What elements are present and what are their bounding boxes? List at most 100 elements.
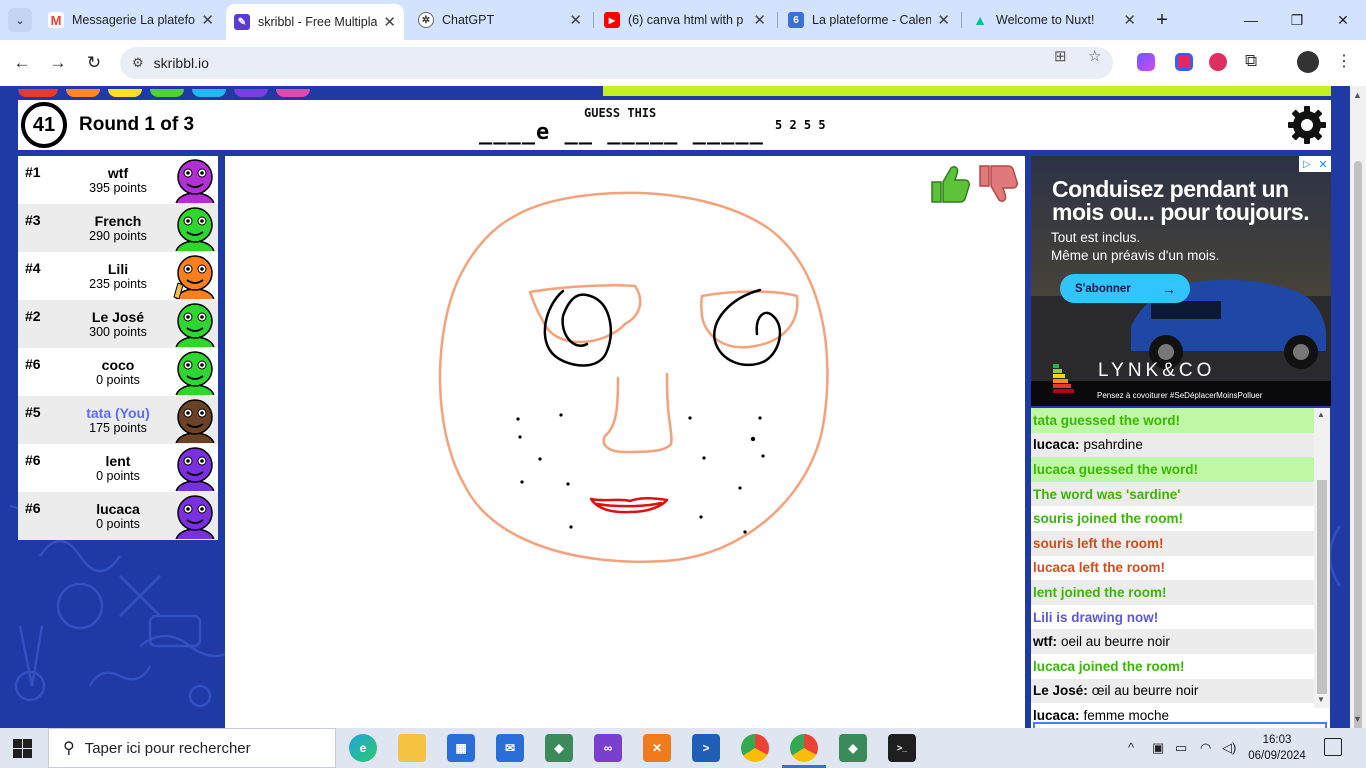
- player-row[interactable]: #4 Lili 235 points: [18, 252, 218, 300]
- player-row[interactable]: #6 lucaca 0 points: [18, 492, 218, 540]
- player-name: wtf: [107, 165, 129, 181]
- chatgpt-icon: ✲: [418, 12, 434, 28]
- player-rank: #3: [25, 212, 41, 228]
- tab-youtube[interactable]: ▶ (6) canva html with p ✕: [596, 6, 774, 34]
- settings-gear-icon[interactable]: [1286, 104, 1328, 146]
- address-bar[interactable]: ⚙ skribbl.io: [120, 47, 1113, 79]
- scroll-thumb[interactable]: [1317, 480, 1327, 694]
- chrome-icon[interactable]: [741, 734, 769, 762]
- close-tab-icon[interactable]: ✕: [753, 11, 766, 29]
- advertisement[interactable]: Conduisez pendant un mois ou... pour tou…: [1031, 156, 1331, 406]
- edge-icon[interactable]: e: [349, 734, 377, 762]
- system-clock[interactable]: 16:03 06/09/2024: [1246, 732, 1308, 764]
- scroll-up-icon[interactable]: ▲: [1353, 90, 1362, 100]
- player-row[interactable]: #6 coco 0 points: [18, 348, 218, 396]
- store-icon[interactable]: ▦: [447, 734, 475, 762]
- tab-title: (6) canva html with p: [628, 13, 744, 27]
- profile-avatar[interactable]: [1297, 51, 1319, 73]
- chat-text: femme moche: [1083, 707, 1170, 723]
- translate-icon[interactable]: ⊞: [1054, 47, 1067, 65]
- player-rank: #5: [25, 404, 41, 420]
- ad-subscribe-button[interactable]: S'abonner →: [1060, 274, 1190, 303]
- chat-message: souris left the room!: [1031, 531, 1314, 556]
- ad-close-icon[interactable]: ✕: [1315, 156, 1331, 172]
- player-name: coco: [101, 357, 135, 373]
- extensions-puzzle-icon[interactable]: ⧉: [1245, 51, 1257, 71]
- tab-calendar[interactable]: 6 La plateforme - Calen ✕: [780, 6, 958, 34]
- freckles: [516, 413, 765, 534]
- chat-message: Lili is drawing now!: [1031, 605, 1314, 630]
- git-app-icon[interactable]: ◆: [839, 734, 867, 762]
- drawing-canvas[interactable]: [225, 156, 1025, 728]
- player-name: Lili: [107, 261, 129, 277]
- player-points: 300 points: [89, 325, 147, 339]
- player-row[interactable]: #2 Le José 300 points: [18, 300, 218, 348]
- scroll-down-icon[interactable]: ▼: [1353, 714, 1362, 724]
- chat-system-text: lent joined the room!: [1033, 584, 1167, 600]
- extension-icon[interactable]: [1209, 53, 1227, 71]
- bookmark-star-icon[interactable]: ☆: [1088, 47, 1101, 65]
- battery-icon[interactable]: ▭: [1175, 740, 1187, 756]
- player-row[interactable]: #6 lent 0 points: [18, 444, 218, 492]
- xampp-icon[interactable]: ✕: [643, 734, 671, 762]
- tab-search-button[interactable]: ⌄: [8, 8, 32, 32]
- close-tab-icon[interactable]: ✕: [383, 13, 396, 31]
- thumbs-up-icon[interactable]: [928, 162, 970, 206]
- file-explorer-icon[interactable]: [398, 734, 426, 762]
- device-icon[interactable]: ▣: [1152, 740, 1164, 756]
- lips: [589, 497, 669, 514]
- scroll-thumb[interactable]: [1354, 161, 1362, 736]
- tab-skribbl[interactable]: ✎ skribbl - Free Multipla ✕: [226, 4, 404, 40]
- powershell-icon[interactable]: >: [692, 734, 720, 762]
- chevron-up-icon[interactable]: ^: [1128, 740, 1134, 755]
- ad-brand-logo: LYNK&CO: [1098, 360, 1216, 381]
- forward-arrow-icon[interactable]: →: [44, 49, 72, 77]
- timer-value: 41: [32, 113, 56, 136]
- chat-message: Le José: œil au beurre noir: [1031, 678, 1314, 704]
- chat-scrollbar[interactable]: ▲ ▼: [1314, 408, 1330, 708]
- page-scrollbar[interactable]: ▲ ▼: [1350, 86, 1366, 736]
- mail-icon[interactable]: ✉: [496, 734, 524, 762]
- close-tab-icon[interactable]: ✕: [569, 11, 582, 29]
- player-row[interactable]: #5 tata (You) 175 points: [18, 396, 218, 444]
- tab-chatgpt[interactable]: ✲ ChatGPT ✕: [410, 6, 590, 34]
- adchoices-icon[interactable]: ▷: [1299, 156, 1315, 172]
- ad-cta-label: S'abonner: [1075, 282, 1131, 295]
- close-tab-icon[interactable]: ✕: [1123, 11, 1136, 29]
- terminal-icon[interactable]: >_: [888, 734, 916, 762]
- extension-icon[interactable]: [1137, 53, 1155, 71]
- player-row[interactable]: #1 wtf 395 points: [18, 156, 218, 204]
- visual-studio-icon[interactable]: ∞: [594, 734, 622, 762]
- back-arrow-icon[interactable]: ←: [8, 49, 36, 77]
- minimize-button[interactable]: —: [1228, 6, 1274, 34]
- taskbar-search[interactable]: ⚲ Taper ici pour rechercher: [48, 728, 336, 768]
- extension-icon[interactable]: [1175, 53, 1193, 71]
- close-tab-icon[interactable]: ✕: [937, 11, 950, 29]
- menu-dots-icon[interactable]: ⋮: [1336, 51, 1352, 71]
- restore-button[interactable]: ❐: [1274, 6, 1320, 34]
- left-eye: [543, 289, 613, 367]
- tab-title: Welcome to Nuxt!: [996, 13, 1095, 27]
- reload-icon[interactable]: ↻: [80, 49, 108, 77]
- scroll-up-icon[interactable]: ▲: [1317, 410, 1325, 419]
- chat-message: lucaca left the room!: [1031, 556, 1314, 581]
- wifi-icon[interactable]: ◠: [1200, 740, 1211, 756]
- tab-gmail[interactable]: M Messagerie La platefo ✕: [40, 6, 222, 34]
- windows-start-icon[interactable]: [13, 739, 32, 758]
- tab-nuxt[interactable]: ▲ Welcome to Nuxt! ✕: [964, 6, 1144, 34]
- volume-icon[interactable]: ◁): [1222, 740, 1236, 756]
- site-info-icon[interactable]: ⚙: [132, 55, 144, 71]
- avatar: [175, 447, 215, 491]
- chat-system-text: souris joined the room!: [1033, 511, 1184, 527]
- close-window-button[interactable]: ✕: [1320, 6, 1366, 34]
- notifications-icon[interactable]: [1324, 738, 1342, 756]
- player-row[interactable]: #3 French 290 points: [18, 204, 218, 252]
- git-app-icon[interactable]: ◆: [545, 734, 573, 762]
- thumbs-down-icon[interactable]: [976, 162, 1018, 206]
- close-tab-icon[interactable]: ✕: [201, 11, 214, 29]
- new-tab-button[interactable]: +: [1150, 8, 1174, 32]
- scroll-down-icon[interactable]: ▼: [1317, 695, 1325, 704]
- tab-title: skribbl - Free Multipla: [258, 15, 378, 29]
- chat-system-text: The word was 'sardine': [1033, 486, 1181, 502]
- chrome-icon[interactable]: [790, 734, 818, 762]
